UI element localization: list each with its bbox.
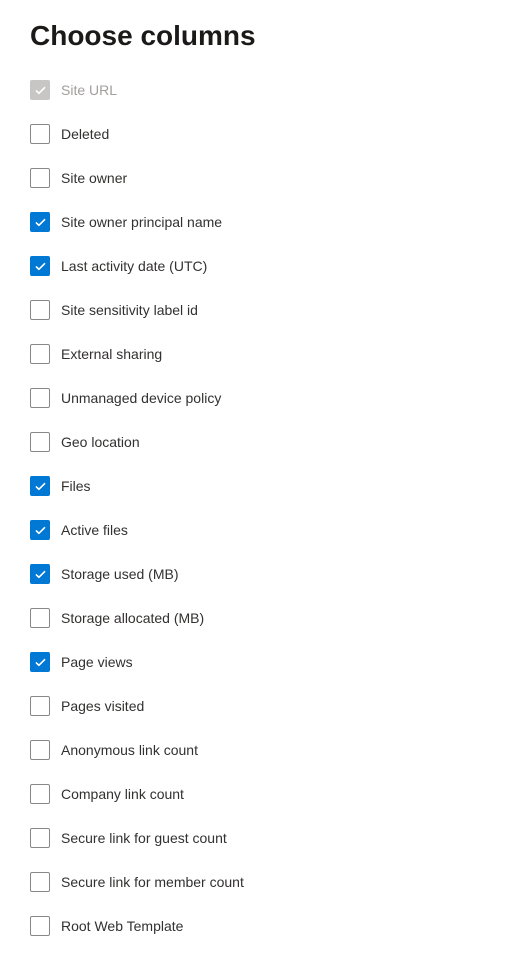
column-label-storage-used[interactable]: Storage used (MB) bbox=[61, 566, 179, 582]
column-item-company-link-count: Company link count bbox=[30, 784, 476, 804]
checkbox-files[interactable] bbox=[30, 476, 50, 496]
column-label-secure-link-guest-count[interactable]: Secure link for guest count bbox=[61, 830, 227, 846]
column-item-external-sharing: External sharing bbox=[30, 344, 476, 364]
column-label-root-web-template[interactable]: Root Web Template bbox=[61, 918, 183, 934]
column-label-last-activity-date[interactable]: Last activity date (UTC) bbox=[61, 258, 207, 274]
checkbox-site-owner[interactable] bbox=[30, 168, 50, 188]
column-label-active-files[interactable]: Active files bbox=[61, 522, 128, 538]
column-label-site-sensitivity-label-id[interactable]: Site sensitivity label id bbox=[61, 302, 198, 318]
panel-title: Choose columns bbox=[30, 20, 476, 52]
column-label-storage-allocated[interactable]: Storage allocated (MB) bbox=[61, 610, 204, 626]
column-label-external-sharing[interactable]: External sharing bbox=[61, 346, 162, 362]
column-item-unmanaged-device-policy: Unmanaged device policy bbox=[30, 388, 476, 408]
checkbox-last-activity-date[interactable] bbox=[30, 256, 50, 276]
checkbox-geo-location[interactable] bbox=[30, 432, 50, 452]
column-item-pages-visited: Pages visited bbox=[30, 696, 476, 716]
column-label-geo-location[interactable]: Geo location bbox=[61, 434, 140, 450]
checkbox-active-files[interactable] bbox=[30, 520, 50, 540]
checkbox-unmanaged-device-policy[interactable] bbox=[30, 388, 50, 408]
checkbox-anonymous-link-count[interactable] bbox=[30, 740, 50, 760]
column-label-anonymous-link-count[interactable]: Anonymous link count bbox=[61, 742, 198, 758]
column-item-secure-link-guest-count: Secure link for guest count bbox=[30, 828, 476, 848]
column-label-deleted[interactable]: Deleted bbox=[61, 126, 109, 142]
column-item-anonymous-link-count: Anonymous link count bbox=[30, 740, 476, 760]
checkbox-storage-used[interactable] bbox=[30, 564, 50, 584]
column-label-page-views[interactable]: Page views bbox=[61, 654, 133, 670]
column-list: Site URL Deleted Site owner Site owner prin… bbox=[30, 80, 476, 936]
checkbox-root-web-template[interactable] bbox=[30, 916, 50, 936]
checkbox-deleted[interactable] bbox=[30, 124, 50, 144]
checkbox-site-owner-principal-name[interactable] bbox=[30, 212, 50, 232]
checkbox-page-views[interactable] bbox=[30, 652, 50, 672]
column-item-site-owner-principal-name: Site owner principal name bbox=[30, 212, 476, 232]
column-item-deleted: Deleted bbox=[30, 124, 476, 144]
column-label-site-owner[interactable]: Site owner bbox=[61, 170, 127, 186]
checkbox-storage-allocated[interactable] bbox=[30, 608, 50, 628]
column-item-last-activity-date: Last activity date (UTC) bbox=[30, 256, 476, 276]
checkbox-site-sensitivity-label-id[interactable] bbox=[30, 300, 50, 320]
checkbox-secure-link-guest-count[interactable] bbox=[30, 828, 50, 848]
column-item-active-files: Active files bbox=[30, 520, 476, 540]
column-item-site-url: Site URL bbox=[30, 80, 476, 100]
column-item-geo-location: Geo location bbox=[30, 432, 476, 452]
column-item-secure-link-member-count: Secure link for member count bbox=[30, 872, 476, 892]
checkbox-secure-link-member-count[interactable] bbox=[30, 872, 50, 892]
checkbox-site-url bbox=[30, 80, 50, 100]
column-item-files: Files bbox=[30, 476, 476, 496]
column-label-company-link-count[interactable]: Company link count bbox=[61, 786, 184, 802]
checkbox-external-sharing[interactable] bbox=[30, 344, 50, 364]
column-label-pages-visited[interactable]: Pages visited bbox=[61, 698, 144, 714]
column-item-page-views: Page views bbox=[30, 652, 476, 672]
column-label-unmanaged-device-policy[interactable]: Unmanaged device policy bbox=[61, 390, 221, 406]
column-label-secure-link-member-count[interactable]: Secure link for member count bbox=[61, 874, 244, 890]
checkbox-pages-visited[interactable] bbox=[30, 696, 50, 716]
column-item-site-sensitivity-label-id: Site sensitivity label id bbox=[30, 300, 476, 320]
column-label-site-owner-principal-name[interactable]: Site owner principal name bbox=[61, 214, 222, 230]
column-label-site-url: Site URL bbox=[61, 82, 117, 98]
column-item-storage-used: Storage used (MB) bbox=[30, 564, 476, 584]
column-label-files[interactable]: Files bbox=[61, 478, 91, 494]
checkbox-company-link-count[interactable] bbox=[30, 784, 50, 804]
column-item-storage-allocated: Storage allocated (MB) bbox=[30, 608, 476, 628]
column-item-root-web-template: Root Web Template bbox=[30, 916, 476, 936]
column-item-site-owner: Site owner bbox=[30, 168, 476, 188]
